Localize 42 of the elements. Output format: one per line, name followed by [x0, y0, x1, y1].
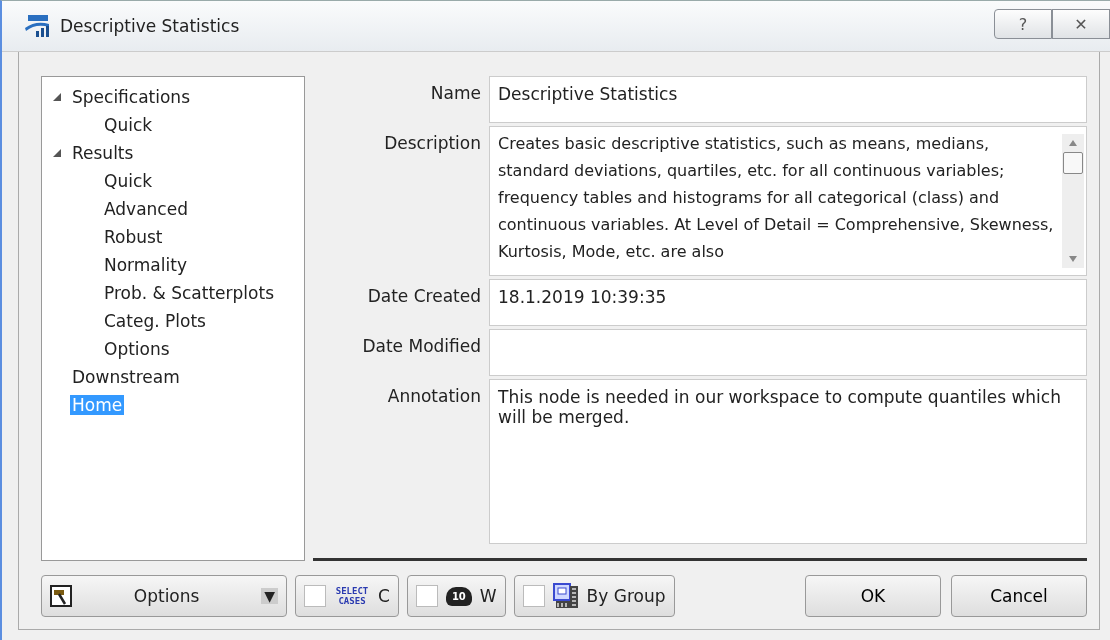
options-dropdown[interactable]: Options ▼ — [41, 575, 287, 617]
scrollbar[interactable] — [1062, 134, 1084, 268]
tree-item[interactable]: Normality — [102, 255, 189, 275]
tree-item[interactable]: Specifications — [70, 87, 192, 107]
checkbox[interactable] — [304, 585, 326, 607]
field-label: Date Modified — [361, 335, 481, 358]
tree-item[interactable]: Robust — [102, 227, 165, 247]
tree-item[interactable]: Quick — [102, 115, 155, 135]
tree-item[interactable]: Results — [70, 143, 136, 163]
tree-item[interactable]: Advanced — [102, 199, 190, 219]
scroll-down-icon[interactable] — [1069, 256, 1077, 262]
field-label: Annotation — [386, 385, 481, 408]
tree-item[interactable]: Prob. & Scatterplots — [102, 283, 276, 303]
text-field[interactable]: 18.1.2019 10:39:35 — [489, 279, 1087, 326]
tree-item[interactable]: Options — [102, 339, 172, 359]
text-field[interactable]: This node is needed in our workspace to compute quantiles which will be merged. — [489, 379, 1087, 544]
field-label: Description — [383, 132, 481, 155]
scroll-up-icon[interactable] — [1069, 140, 1077, 146]
close-button[interactable]: ✕ — [1052, 9, 1110, 39]
checkbox[interactable] — [415, 585, 438, 607]
weight-icon: 10 — [445, 586, 472, 606]
field-label: Date Created — [366, 285, 481, 308]
text-field[interactable] — [489, 329, 1087, 376]
toggle-button[interactable]: By Group — [513, 575, 675, 617]
text-field[interactable]: Descriptive Statistics — [489, 76, 1087, 123]
scroll-thumb[interactable] — [1063, 152, 1083, 174]
app-icon — [24, 14, 50, 38]
hammer-icon — [50, 585, 72, 607]
toggle-button[interactable]: 10 W — [406, 575, 506, 617]
field-label: Name — [429, 82, 481, 105]
dialog-button[interactable]: Cancel — [951, 575, 1087, 617]
grid-icon — [552, 583, 579, 609]
select-cases-icon: SELECT CASES — [334, 586, 370, 606]
help-button[interactable]: ? — [994, 9, 1052, 39]
window-title: Descriptive Statistics — [60, 16, 240, 36]
dialog-button[interactable]: OK — [805, 575, 941, 617]
tree-item[interactable]: Categ. Plots — [102, 311, 208, 331]
tree-item[interactable]: Downstream — [70, 367, 182, 387]
toggle-button[interactable]: SELECT CASES C — [295, 575, 399, 617]
description-field[interactable]: Creates basic descriptive statistics, such as means, medians, standard deviations, quartiles, etc. for all continuous variables; frequency tables and histograms for all categorical (class) and continuous variables. At Level of Detail = Comprehensive, Skewness, Kurtosis, Mode, etc. are also — [489, 126, 1087, 276]
tree-item[interactable]: Quick — [102, 171, 155, 191]
checkbox[interactable] — [522, 585, 545, 607]
